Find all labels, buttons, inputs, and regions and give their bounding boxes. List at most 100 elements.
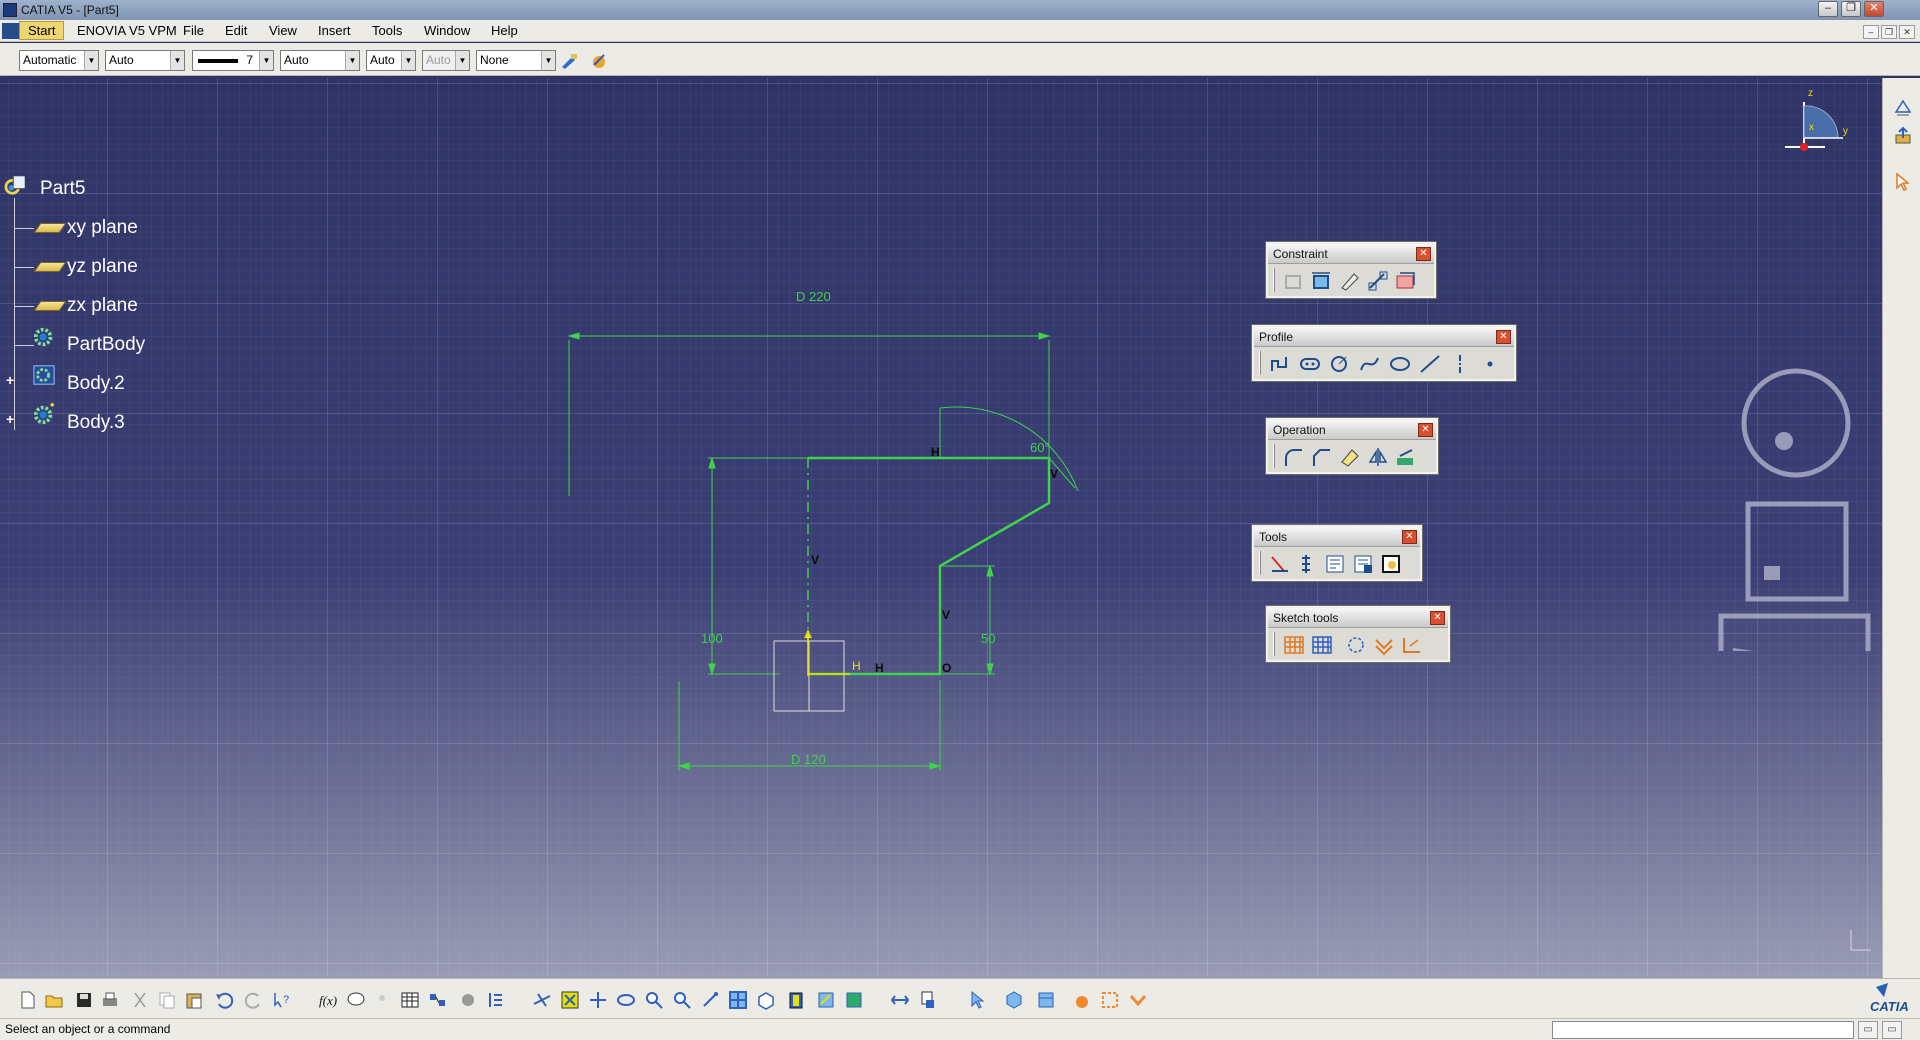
select-icon[interactable] [968, 990, 988, 1010]
swap-space-icon[interactable] [844, 990, 864, 1010]
sketch-analysis-icon[interactable] [1324, 553, 1348, 575]
catalog-icon[interactable] [428, 990, 448, 1010]
mirror-icon[interactable] [1366, 446, 1390, 468]
axis-icon[interactable] [1448, 353, 1472, 375]
sketch-view-icon[interactable] [918, 990, 938, 1010]
constraint-toolbar-title[interactable]: Constraint ✕ [1268, 244, 1434, 264]
tools-toolbar-title[interactable]: Tools ✕ [1254, 527, 1420, 547]
thickness-combo[interactable]: Auto ▼ [366, 50, 416, 71]
view-mode-icon[interactable] [1004, 990, 1024, 1010]
document-icon[interactable] [2, 23, 19, 39]
ellipse-icon[interactable] [1388, 353, 1412, 375]
sketcher-mode-icon[interactable] [1893, 98, 1913, 118]
graphic-properties-icon[interactable] [590, 53, 608, 69]
trim-icon[interactable] [1338, 446, 1362, 468]
menu-enovia[interactable]: ENOVIA V5 VPM [77, 23, 177, 38]
cut-part-by-sketch-plane-icon[interactable] [890, 990, 910, 1010]
doc-close-button[interactable]: ✕ [1899, 25, 1915, 39]
toolbar-grip[interactable] [1259, 551, 1261, 575]
3d-viewport[interactable]: Part5 xy plane yz plane zx plane PartBod… [0, 78, 1882, 978]
print-icon[interactable] [100, 990, 120, 1010]
snap-icon[interactable] [1072, 990, 1092, 1010]
doc-restore-button[interactable]: ❐ [1881, 25, 1897, 39]
toolbar-grip[interactable] [1259, 351, 1261, 375]
geometrical-constraints-icon[interactable] [1372, 634, 1396, 656]
snap-to-point-icon[interactable] [1310, 634, 1334, 656]
menu-window[interactable]: Window [424, 23, 470, 38]
exit-workbench-icon[interactable] [1893, 126, 1913, 146]
zoom-out-icon[interactable] [672, 990, 692, 1010]
multi-view-icon[interactable] [728, 990, 748, 1010]
copy-icon[interactable] [157, 990, 177, 1010]
linetype-combo[interactable]: Auto ▼ [280, 50, 360, 71]
table-icon[interactable] [400, 990, 420, 1010]
open-folder-icon[interactable] [44, 990, 64, 1010]
output-feature-icon[interactable] [1296, 553, 1320, 575]
zoom-in-icon[interactable] [644, 990, 664, 1010]
constraint-solver-icon[interactable] [1100, 990, 1120, 1010]
rectangle-icon[interactable] [1298, 353, 1322, 375]
profile-icon[interactable] [1268, 353, 1292, 375]
layer-combo[interactable]: None ▼ [476, 50, 556, 71]
close-icon[interactable]: ✕ [1402, 530, 1417, 544]
list-icon[interactable] [486, 990, 506, 1010]
sketch-solving-status-icon[interactable] [1352, 553, 1376, 575]
contact-constraint-icon[interactable] [1338, 270, 1362, 292]
profile-toolbar-title[interactable]: Profile ✕ [1254, 327, 1514, 347]
operation-toolbar-title[interactable]: Operation ✕ [1268, 420, 1436, 440]
pan-icon[interactable] [588, 990, 608, 1010]
grid-icon[interactable] [1282, 634, 1306, 656]
menu-view[interactable]: View [269, 23, 297, 38]
measure-icon[interactable] [458, 990, 478, 1010]
dimensional-constraints-icon[interactable] [1400, 634, 1424, 656]
sketch-tools-toolbar-title[interactable]: Sketch tools ✕ [1268, 608, 1448, 628]
close-icon[interactable]: ✕ [1430, 611, 1445, 625]
line-icon[interactable] [1418, 353, 1442, 375]
project-3d-icon[interactable] [1394, 446, 1418, 468]
iso-view-icon[interactable] [756, 990, 776, 1010]
auto-detect-icon[interactable] [1128, 990, 1148, 1010]
toolbar-grip[interactable] [1273, 632, 1275, 656]
2d-visualization-icon[interactable] [1380, 553, 1404, 575]
status-button-right[interactable]: ▭ [1882, 1021, 1902, 1039]
compass-icon[interactable]: z x y [1777, 78, 1857, 152]
fit-all-icon[interactable] [560, 990, 580, 1010]
comment-icon[interactable] [346, 990, 366, 1010]
menu-start[interactable]: Start [19, 21, 65, 40]
select-arrow-icon[interactable] [1893, 172, 1913, 192]
knowledge-icon[interactable] [372, 990, 392, 1010]
toolbar-grip[interactable] [1273, 268, 1275, 292]
menu-insert[interactable]: Insert [318, 23, 351, 38]
undo-icon[interactable] [214, 990, 234, 1010]
spline-icon[interactable] [1358, 353, 1382, 375]
render-style-icon[interactable] [1036, 990, 1056, 1010]
menu-tools[interactable]: Tools [372, 23, 402, 38]
corner-icon[interactable] [1282, 446, 1306, 468]
constraint-icon[interactable] [1310, 270, 1334, 292]
fix-together-icon[interactable] [1366, 270, 1390, 292]
circle-icon[interactable] [1328, 353, 1352, 375]
menu-edit[interactable]: Edit [225, 23, 247, 38]
normal-view-icon[interactable] [700, 990, 720, 1010]
toolbar-grip[interactable] [1273, 444, 1275, 468]
color-combo[interactable]: Automatic ▼ [19, 50, 99, 71]
construction-element-icon[interactable] [1268, 553, 1292, 575]
whats-this-icon[interactable]: ? [272, 990, 292, 1010]
redo-icon[interactable] [244, 990, 264, 1010]
auto-constraint-icon[interactable] [1394, 270, 1418, 292]
shading-icon[interactable] [786, 990, 806, 1010]
point-icon[interactable] [1478, 353, 1502, 375]
power-input-field[interactable] [1552, 1021, 1854, 1039]
status-button-left[interactable]: ▭ [1858, 1021, 1878, 1039]
doc-minimize-button[interactable]: – [1863, 25, 1879, 39]
hide-show-icon[interactable] [816, 990, 836, 1010]
constraint-dialog-icon[interactable] [1282, 270, 1306, 292]
save-icon[interactable] [74, 990, 94, 1010]
construction-standard-icon[interactable] [1344, 634, 1368, 656]
rotate-icon[interactable] [616, 990, 636, 1010]
close-icon[interactable]: ✕ [1496, 330, 1511, 344]
cut-icon[interactable] [130, 990, 150, 1010]
close-icon[interactable]: ✕ [1416, 247, 1431, 261]
restore-button[interactable]: ❐ [1841, 1, 1861, 17]
formula-icon[interactable]: f(x) [318, 990, 338, 1010]
